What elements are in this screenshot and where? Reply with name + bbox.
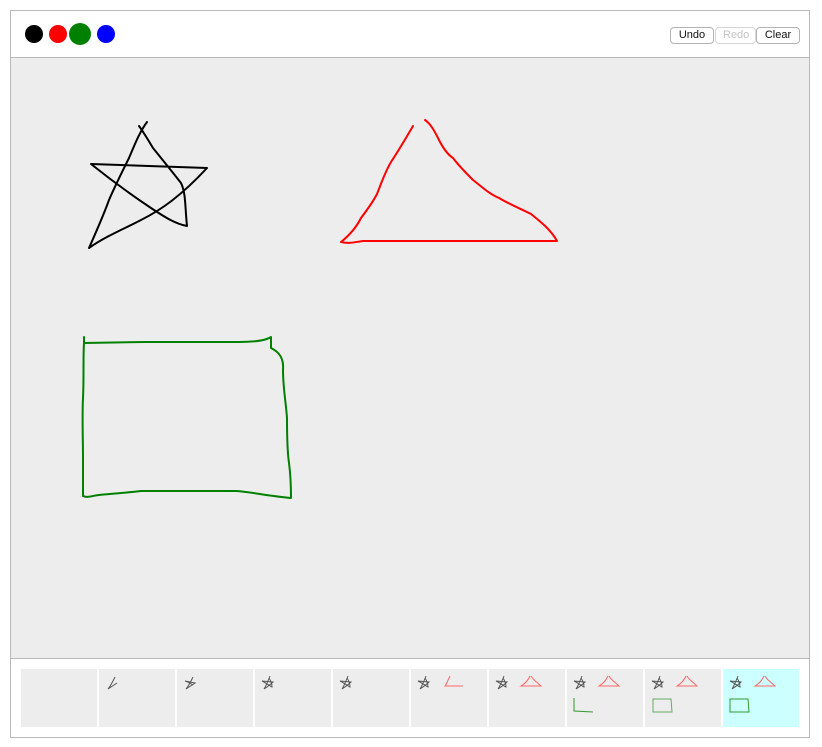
thumb-star-stroke — [184, 676, 197, 690]
history-thumb-5[interactable] — [333, 669, 409, 727]
thumb-star-stroke — [651, 675, 665, 690]
thumb-triangle-stroke — [597, 675, 621, 687]
thumb-10-drawing — [729, 675, 777, 713]
history-thumb-4[interactable] — [255, 669, 331, 727]
thumb-rectangle-stroke — [652, 698, 673, 713]
color-swatch-green[interactable] — [69, 23, 91, 45]
thumb-7-drawing — [495, 675, 543, 690]
canvas-drawing — [81, 119, 558, 499]
history-thumb-2[interactable] — [99, 669, 175, 727]
redo-button[interactable]: Redo — [715, 27, 756, 44]
thumb-6-drawing — [417, 675, 463, 690]
thumb-star-stroke — [495, 675, 509, 690]
color-swatch-red[interactable] — [49, 25, 67, 43]
thumb-triangle-stroke — [675, 675, 699, 687]
thumb-2-drawing — [107, 676, 118, 690]
thumb-star-stroke — [573, 675, 587, 690]
drawing-canvas[interactable] — [11, 58, 809, 659]
thumb-triangle-stroke — [444, 675, 463, 687]
undo-button[interactable]: Undo — [670, 27, 714, 44]
color-swatch-blue[interactable] — [97, 25, 115, 43]
history-thumb-9[interactable] — [645, 669, 721, 727]
history-thumb-10[interactable] — [723, 669, 799, 727]
thumb-3-drawing — [184, 676, 197, 690]
clear-button[interactable]: Clear — [756, 27, 800, 44]
thumb-triangle-stroke — [519, 675, 543, 687]
color-swatch-black[interactable] — [25, 25, 43, 43]
triangle-stroke — [340, 119, 558, 244]
thumb-9-drawing — [651, 675, 699, 713]
drawing-app: Undo Redo Clear — [10, 10, 810, 738]
thumb-rectangle-stroke — [573, 698, 594, 713]
thumb-rectangle-stroke — [729, 698, 750, 713]
thumb-4-drawing — [261, 675, 275, 690]
thumb-triangle-stroke — [753, 675, 777, 687]
thumb-star-stroke — [729, 675, 743, 690]
thumb-star-stroke — [107, 676, 118, 690]
thumb-8-drawing — [573, 675, 621, 713]
thumb-star-stroke — [417, 675, 431, 690]
rectangle-stroke — [81, 336, 292, 499]
star-stroke — [88, 121, 208, 249]
history-thumb-3[interactable] — [177, 669, 253, 727]
thumb-5-drawing — [339, 675, 353, 690]
history-strip — [21, 669, 799, 727]
history-thumb-1[interactable] — [21, 669, 97, 727]
thumb-star-stroke — [261, 675, 275, 690]
thumb-star-stroke — [339, 675, 353, 690]
history-thumb-6[interactable] — [411, 669, 487, 727]
toolbar: Undo Redo Clear — [11, 11, 809, 58]
history-thumb-8[interactable] — [567, 669, 643, 727]
history-thumb-7[interactable] — [489, 669, 565, 727]
